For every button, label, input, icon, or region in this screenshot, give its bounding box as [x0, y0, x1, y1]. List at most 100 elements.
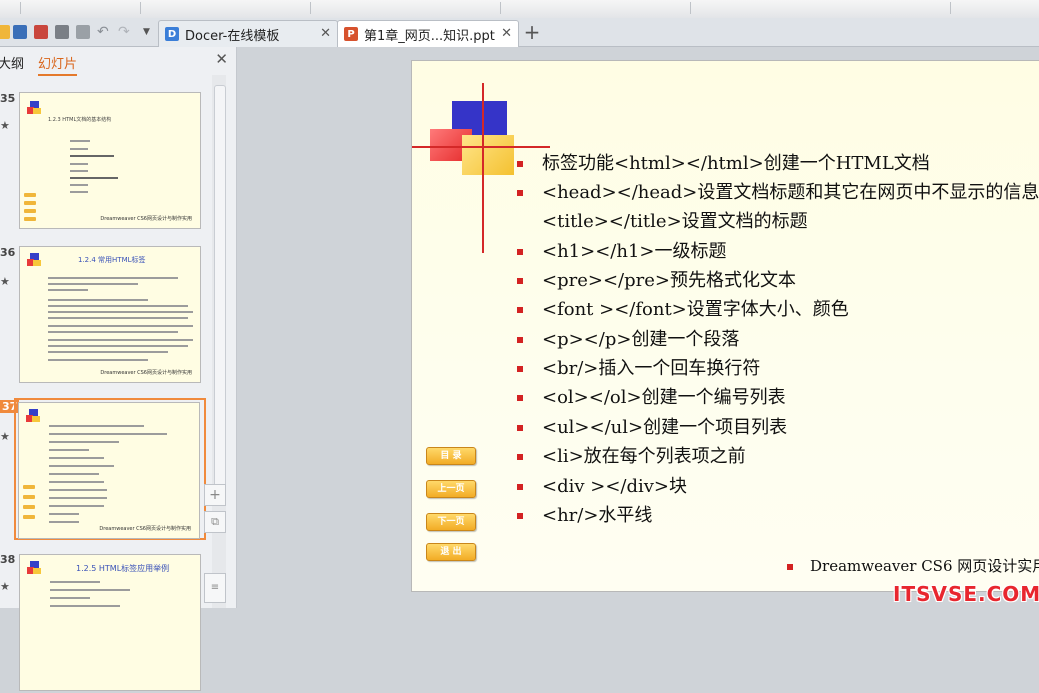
slide-thumbnail-37-selected[interactable]: Dreamweaver CS6网页设计与制作实用 — [14, 398, 206, 540]
thumbnail-text-line — [48, 317, 188, 319]
star-icon[interactable]: ★ — [0, 430, 10, 443]
slide-footer-text: Dreamweaver CS6 网页设计实用 — [810, 557, 1039, 575]
thumbnail-text-line — [70, 140, 90, 142]
slide-canvas: 标签功能<html></html>创建一个HTML文档 <head></head… — [411, 60, 1039, 592]
bullet-text: <pre></pre>预先格式化文本 — [542, 270, 796, 291]
thumbnail-text-line — [50, 605, 120, 607]
undo-icon[interactable]: ↶ — [97, 25, 111, 39]
thumbnail-text-line — [50, 597, 90, 599]
thumbnail-text-line — [49, 505, 104, 507]
tab-ppt-document[interactable]: P 第1章_网页...知识.ppt ✕ — [337, 20, 519, 47]
close-tab-icon[interactable]: ✕ — [501, 26, 512, 41]
export-pdf-icon[interactable] — [34, 25, 48, 39]
tab-label: Docer-在线模板 — [185, 28, 280, 44]
thumbnail-footer: Dreamweaver CS6网页设计与制作实用 — [100, 216, 192, 222]
tab-docer-templates[interactable]: D Docer-在线模板 ✕ — [158, 20, 338, 47]
thumbnail-text-line — [48, 359, 148, 361]
print-icon[interactable] — [55, 25, 69, 39]
slide-number: 38 — [0, 553, 16, 566]
thumbnail-text-line — [48, 289, 88, 291]
footer-bullet-marker — [787, 564, 793, 570]
bullet-marker — [517, 161, 523, 167]
redo-icon[interactable]: ↷ — [118, 25, 132, 39]
bullet-text: <title></title>设置文档的标题 — [542, 211, 808, 232]
save-icon[interactable] — [13, 25, 27, 39]
folder-icon[interactable] — [0, 25, 10, 39]
ppt-icon: P — [344, 27, 358, 41]
deco-square — [32, 416, 40, 422]
customize-toolbar-icon[interactable]: ▼ — [143, 25, 157, 39]
panel-scroll-handle[interactable]: ≡ — [204, 573, 226, 603]
scrollbar-thumb[interactable] — [214, 85, 226, 487]
slide-number: 36 — [0, 246, 16, 259]
bullet-text: <ol></ol>创建一个编号列表 — [542, 387, 786, 408]
previous-page-button[interactable]: 上一页 — [426, 480, 476, 498]
thumbnail-text-line — [48, 351, 168, 353]
bullet-marker — [517, 454, 523, 460]
add-slide-icon[interactable]: + — [204, 484, 226, 506]
bullet-text: <hr/>水平线 — [542, 505, 653, 526]
thumb-nav-button — [23, 515, 35, 519]
thumbnail-text-line — [50, 581, 100, 583]
new-slide-layout-icon[interactable]: ⧉ — [204, 511, 226, 533]
bullet-marker — [517, 366, 523, 372]
star-icon[interactable]: ★ — [0, 119, 10, 132]
thumbnail-text-line — [49, 481, 104, 483]
bullet-marker — [517, 513, 523, 519]
ribbon-separator — [310, 2, 311, 14]
slide-thumbnail-38[interactable]: 1.2.5 HTML标签应用举例 — [16, 552, 202, 693]
bullet-marker — [517, 484, 523, 490]
ribbon-separator — [20, 2, 21, 14]
thumbnail-canvas: 1.2.3 HTML文档的基本结构 Dreamweaver CS6网页设计与制作… — [19, 92, 201, 229]
thumbnail-text-line — [70, 184, 88, 186]
bullet-text: <p></p>创建一个段落 — [542, 329, 740, 350]
ribbon-separator — [950, 2, 951, 14]
print-preview-icon[interactable] — [76, 25, 90, 39]
thumbnail-canvas: 1.2.5 HTML标签应用举例 — [19, 554, 201, 691]
bullet-text: <br/>插入一个回车换行符 — [542, 358, 761, 379]
next-page-button[interactable]: 下一页 — [426, 513, 476, 531]
thumbnail-text-line — [49, 513, 79, 515]
new-tab-plus-icon[interactable]: + — [520, 20, 544, 44]
thumbnail-title: 1.2.4 常用HTML标签 — [78, 256, 146, 264]
ribbon-separator — [500, 2, 501, 14]
bullet-marker — [517, 307, 523, 313]
tab-outline[interactable]: 大纲 — [0, 53, 24, 72]
ribbon-separator — [140, 2, 141, 14]
thumbnail-text-line — [48, 331, 178, 333]
thumbnail-text-line — [48, 305, 188, 307]
deco-horizontal-line — [412, 146, 550, 148]
bullet-marker — [517, 425, 523, 431]
docer-icon: D — [165, 27, 179, 41]
bullet-text: <ul></ul>创建一个项目列表 — [542, 417, 788, 438]
tab-slides[interactable]: 幻灯片 — [38, 53, 78, 76]
thumbnail-text-line — [49, 441, 119, 443]
thumbnail-footer: Dreamweaver CS6网页设计与制作实用 — [99, 526, 191, 532]
thumbnail-text-line — [49, 497, 107, 499]
thumbnail-text-line — [70, 155, 114, 157]
bullet-marker — [517, 395, 523, 401]
thumb-nav-button — [24, 193, 36, 197]
thumbnail-text-line — [48, 277, 178, 279]
thumbnail-text-line — [48, 325, 193, 327]
star-icon[interactable]: ★ — [0, 275, 10, 288]
thumb-nav-button — [24, 201, 36, 205]
thumb-nav-button — [24, 217, 36, 221]
slide-thumbnail-35[interactable]: 1.2.3 HTML文档的基本结构 Dreamweaver CS6网页设计与制作… — [16, 90, 202, 231]
deco-square — [33, 108, 41, 114]
thumbnail-text-line — [70, 148, 88, 150]
thumbnail-title: 1.2.5 HTML标签应用举例 — [76, 564, 170, 573]
close-panel-icon[interactable]: ✕ — [215, 50, 228, 68]
thumbnail-text-line — [70, 177, 118, 179]
thumbnail-text-line — [49, 465, 114, 467]
exit-button[interactable]: 退 出 — [426, 543, 476, 561]
thumbnail-text-line — [70, 170, 88, 172]
deco-square — [33, 568, 41, 574]
toc-button[interactable]: 目 录 — [426, 447, 476, 465]
star-icon[interactable]: ★ — [0, 580, 10, 593]
slide-thumbnail-36[interactable]: 1.2.4 常用HTML标签 Dreamweaver CS6网页设计与制作实用 — [16, 244, 202, 385]
thumbnail-text-line — [49, 473, 99, 475]
thumbnail-title: 1.2.3 HTML文档的基本结构 — [48, 117, 112, 123]
panel-header: 大纲 幻灯片 ✕ — [0, 47, 236, 76]
close-tab-icon[interactable]: ✕ — [320, 26, 331, 41]
